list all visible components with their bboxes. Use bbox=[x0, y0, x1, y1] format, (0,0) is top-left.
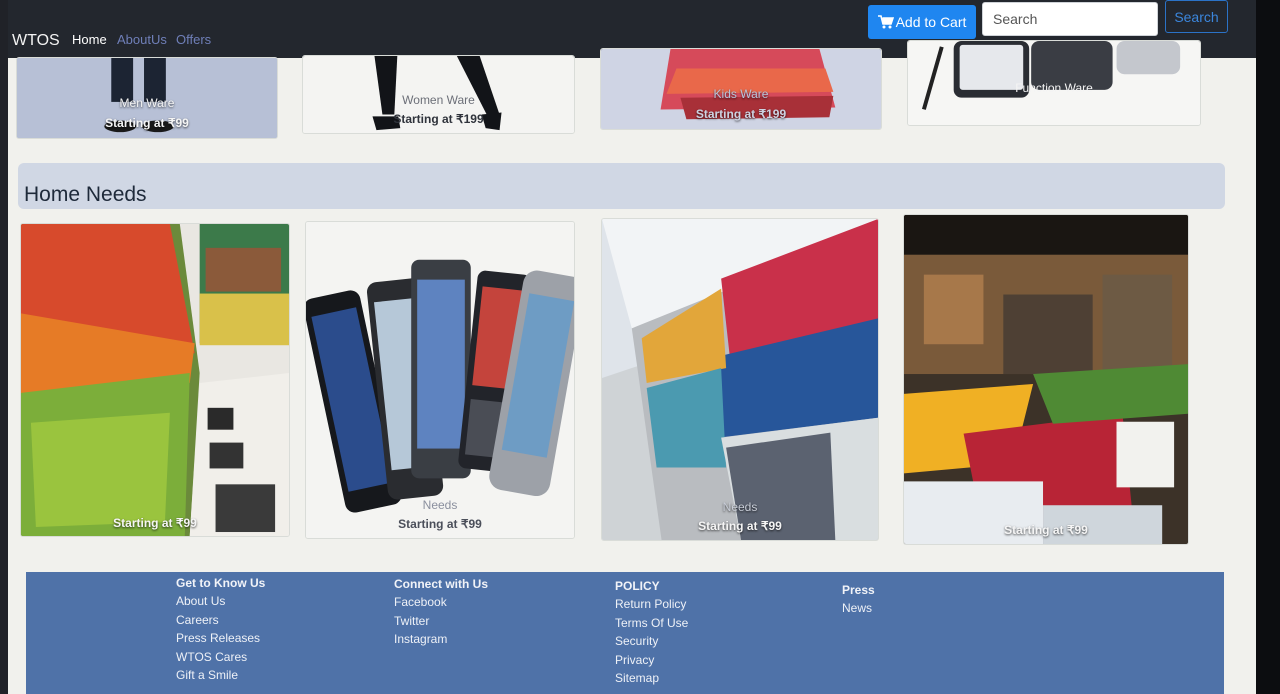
footer-link-gift-a-smile[interactable]: Gift a Smile bbox=[176, 668, 265, 687]
produce-aisle-image bbox=[21, 224, 289, 536]
footer-link-press-releases[interactable]: Press Releases bbox=[176, 631, 265, 650]
footer-link-sitemap[interactable]: Sitemap bbox=[615, 671, 688, 690]
product-card-kids-ware[interactable]: Kids Ware Starting at ₹199 bbox=[600, 48, 882, 130]
card-price: Starting at ₹99 bbox=[698, 519, 782, 533]
footer-column-connect-with-us: Connect with Us Facebook Twitter Instagr… bbox=[394, 577, 488, 651]
search-input[interactable] bbox=[982, 2, 1158, 36]
cart-icon bbox=[877, 15, 894, 29]
card-title: Function Ware bbox=[1015, 81, 1093, 95]
footer-link-wtos-cares[interactable]: WTOS Cares bbox=[176, 650, 265, 669]
supermarket-image bbox=[904, 215, 1188, 544]
footer-link-security[interactable]: Security bbox=[615, 634, 688, 653]
card-title: Women Ware bbox=[402, 93, 475, 107]
beverage-shelves-image bbox=[602, 219, 878, 540]
section-heading-bar: Home Needs bbox=[18, 163, 1225, 209]
monitor-bezel-right bbox=[1256, 0, 1280, 694]
footer-heading: Get to Know Us bbox=[176, 576, 266, 590]
section-title-home-needs: Home Needs bbox=[24, 183, 147, 206]
home-needs-card-beverages[interactable]: Needs Starting at ₹99 bbox=[601, 218, 879, 541]
footer-link-twitter[interactable]: Twitter bbox=[394, 614, 488, 633]
nav-link-home[interactable]: Home bbox=[72, 32, 107, 47]
brand-logo[interactable]: WTOS bbox=[12, 32, 60, 50]
footer-link-about-us[interactable]: About Us bbox=[176, 594, 265, 613]
footer-link-facebook[interactable]: Facebook bbox=[394, 595, 488, 614]
footer: Get to Know Us About Us Careers Press Re… bbox=[26, 572, 1224, 694]
card-price: Starting at ₹199 bbox=[695, 107, 787, 121]
card-title: Needs bbox=[722, 500, 758, 514]
card-price: Starting at ₹199 bbox=[393, 112, 484, 126]
footer-column-get-to-know-us: Get to Know Us About Us Careers Press Re… bbox=[176, 576, 265, 687]
card-price: Starting at ₹99 bbox=[1004, 523, 1088, 537]
footer-link-terms-of-use[interactable]: Terms Of Use bbox=[615, 616, 688, 635]
product-card-women-ware[interactable]: Women Ware Starting at ₹199 bbox=[302, 55, 575, 134]
home-needs-card-produce[interactable]: Starting at ₹99 bbox=[20, 223, 290, 537]
mobile-phones-image bbox=[306, 222, 574, 538]
footer-column-policy: POLICY Return Policy Terms Of Use Securi… bbox=[615, 579, 688, 690]
product-card-function-ware[interactable]: Function Ware bbox=[907, 40, 1201, 126]
footer-column-press: Press News bbox=[842, 583, 875, 620]
home-needs-card-market[interactable]: Starting at ₹99 bbox=[903, 214, 1189, 545]
nav-link-aboutus[interactable]: AboutUs bbox=[117, 32, 167, 47]
card-price: Starting at ₹99 bbox=[105, 116, 189, 130]
footer-link-news[interactable]: News bbox=[842, 601, 875, 620]
monitor-bezel-left bbox=[0, 0, 8, 694]
search-button[interactable]: Search bbox=[1165, 0, 1228, 33]
home-needs-card-mobiles[interactable]: Needs Starting at ₹99 bbox=[305, 221, 575, 539]
card-title: Men Ware bbox=[119, 96, 175, 110]
footer-heading: Connect with Us bbox=[394, 577, 489, 591]
footer-link-careers[interactable]: Careers bbox=[176, 613, 265, 632]
card-price: Starting at ₹99 bbox=[398, 517, 482, 531]
card-price: Starting at ₹99 bbox=[113, 516, 197, 530]
footer-heading: Press bbox=[842, 583, 875, 597]
footer-link-instagram[interactable]: Instagram bbox=[394, 632, 488, 651]
card-title: Kids Ware bbox=[713, 87, 769, 101]
footer-link-return-policy[interactable]: Return Policy bbox=[615, 597, 688, 616]
add-to-cart-button[interactable]: Add to Cart bbox=[868, 5, 976, 39]
browser-viewport: WTOS Home AboutUs Offers Add to Cart Sea… bbox=[0, 0, 1256, 694]
footer-link-privacy[interactable]: Privacy bbox=[615, 653, 688, 672]
add-to-cart-label: Add to Cart bbox=[895, 14, 967, 30]
nav-link-offers[interactable]: Offers bbox=[176, 32, 211, 47]
footer-heading: POLICY bbox=[615, 579, 660, 593]
product-card-men-ware[interactable]: Men Ware Starting at ₹99 bbox=[16, 57, 278, 139]
card-title: Needs bbox=[422, 498, 458, 512]
